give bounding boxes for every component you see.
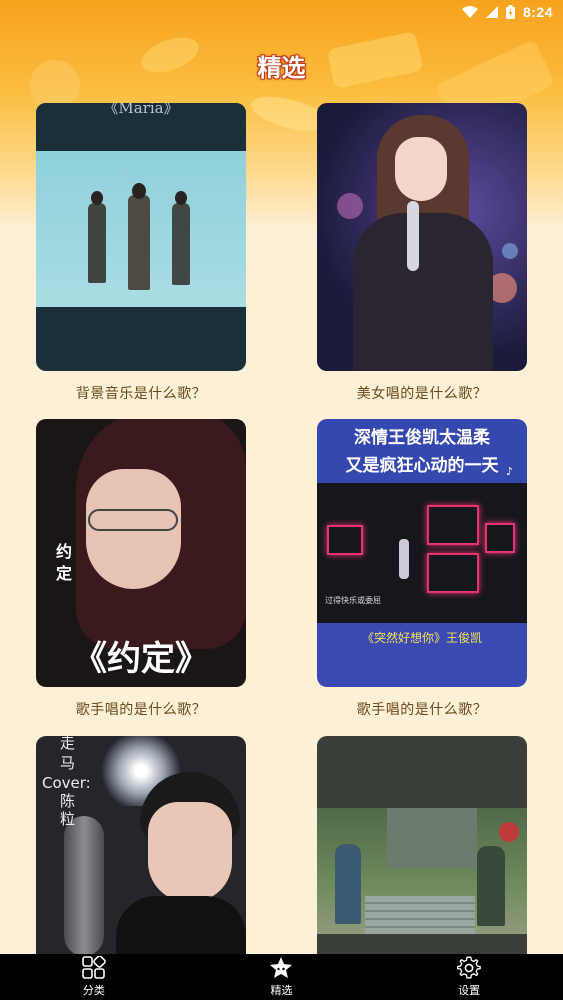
glasses: [88, 509, 178, 531]
thumbnail-song-title: 《突然好想你》王俊凯: [361, 631, 482, 645]
video-caption[interactable]: 背景音乐是什么歌？: [36, 385, 246, 403]
thumbnail-overlay-text: 走: [60, 736, 76, 752]
video-thumbnail[interactable]: [317, 736, 527, 954]
video-grid: 《Maria》 背景音乐是什么歌？ 美女唱的是什么歌？ 约定 《约定》 歌手唱的…: [0, 0, 563, 954]
video-thumbnail[interactable]: [317, 103, 527, 371]
video-thumbnail[interactable]: 走 马 Cover: 陈 粒: [36, 736, 246, 954]
thumbnail-stage: 过得快乐或委屈: [317, 483, 527, 623]
actor: [335, 844, 361, 924]
singer-dress: [353, 213, 493, 371]
neon-frame: [327, 525, 363, 555]
video-card[interactable]: 走 马 Cover: 陈 粒: [36, 736, 246, 954]
microphone: [407, 201, 419, 271]
thumbnail-title-text: 《约定》: [73, 639, 209, 679]
nav-label: 分类: [82, 984, 105, 997]
nav-item-featured[interactable]: 精选: [211, 954, 351, 1000]
thumbnail-overlay-text: Cover:: [42, 774, 91, 792]
thumbnail-overlay-text: 陈: [60, 792, 76, 810]
courtyard-wall: [387, 808, 477, 868]
gear-icon: [457, 956, 481, 979]
singer-face: [148, 802, 232, 902]
thumbnail-side-text: 约定: [56, 542, 73, 583]
neon-frame: [427, 505, 479, 545]
video-thumbnail[interactable]: 深情王俊凯太温柔 又是疯狂心动的一天 ♪ 过得快乐或委屈 《突然好想你》王俊凯: [317, 419, 527, 687]
nav-item-settings[interactable]: 设置: [399, 954, 539, 1000]
star-icon: [270, 957, 293, 978]
app-screen: 8:24 精选 《Maria》 背景音乐是什么歌？ 美女唱的是什么歌？ 约定 《…: [0, 0, 563, 1000]
neon-frame: [485, 523, 515, 553]
thumbnail-overlay-text: 《Maria》: [103, 103, 179, 117]
video-thumbnail[interactable]: 《Maria》: [36, 103, 246, 371]
music-note-icon: ♪: [505, 465, 513, 478]
dancer-head: [132, 183, 146, 199]
video-card[interactable]: 美女唱的是什么歌？: [317, 103, 527, 403]
singer-face: [395, 137, 447, 201]
actor: [477, 846, 505, 926]
thumbnail-overlay-text: 粒: [60, 810, 76, 828]
video-card[interactable]: 深情王俊凯太温柔 又是疯狂心动的一天 ♪ 过得快乐或委屈 《突然好想你》王俊凯 …: [317, 419, 527, 719]
nav-item-category[interactable]: 分类: [24, 954, 164, 1000]
dancer: [88, 203, 106, 283]
grid-icon: [82, 956, 106, 979]
bokeh-light: [337, 193, 363, 219]
singer-shirt: [116, 896, 246, 954]
dancer: [172, 203, 190, 285]
thumbnail-headline: 又是疯狂心动的一天: [345, 456, 499, 476]
nav-label: 设置: [458, 984, 481, 997]
nav-label: 精选: [270, 984, 293, 997]
microphone: [64, 816, 104, 954]
bottom-nav: 分类 精选 设置: [0, 954, 563, 1000]
neon-frame: [427, 553, 479, 593]
dancer: [128, 195, 150, 290]
dancer-head: [175, 191, 187, 205]
video-card[interactable]: 《Maria》 背景音乐是什么歌？: [36, 103, 246, 403]
video-thumbnail[interactable]: 约定 《约定》: [36, 419, 246, 687]
video-caption[interactable]: 歌手唱的是什么歌？: [317, 701, 527, 719]
video-caption[interactable]: 美女唱的是什么歌？: [317, 385, 527, 403]
dancer-head: [91, 191, 103, 205]
video-card[interactable]: 约定 《约定》 歌手唱的是什么歌？: [36, 419, 246, 719]
thumbnail-subtitle: 过得快乐或委屈: [325, 596, 381, 605]
thumbnail-overlay-text: 马: [60, 754, 76, 772]
flower: [499, 822, 519, 842]
video-card[interactable]: [317, 736, 527, 954]
video-caption[interactable]: 歌手唱的是什么歌？: [36, 701, 246, 719]
thumbnail-headline: 深情王俊凯太温柔: [354, 428, 490, 448]
courtyard-steps: [365, 896, 475, 934]
bokeh-light: [502, 243, 518, 259]
singer: [399, 539, 409, 579]
